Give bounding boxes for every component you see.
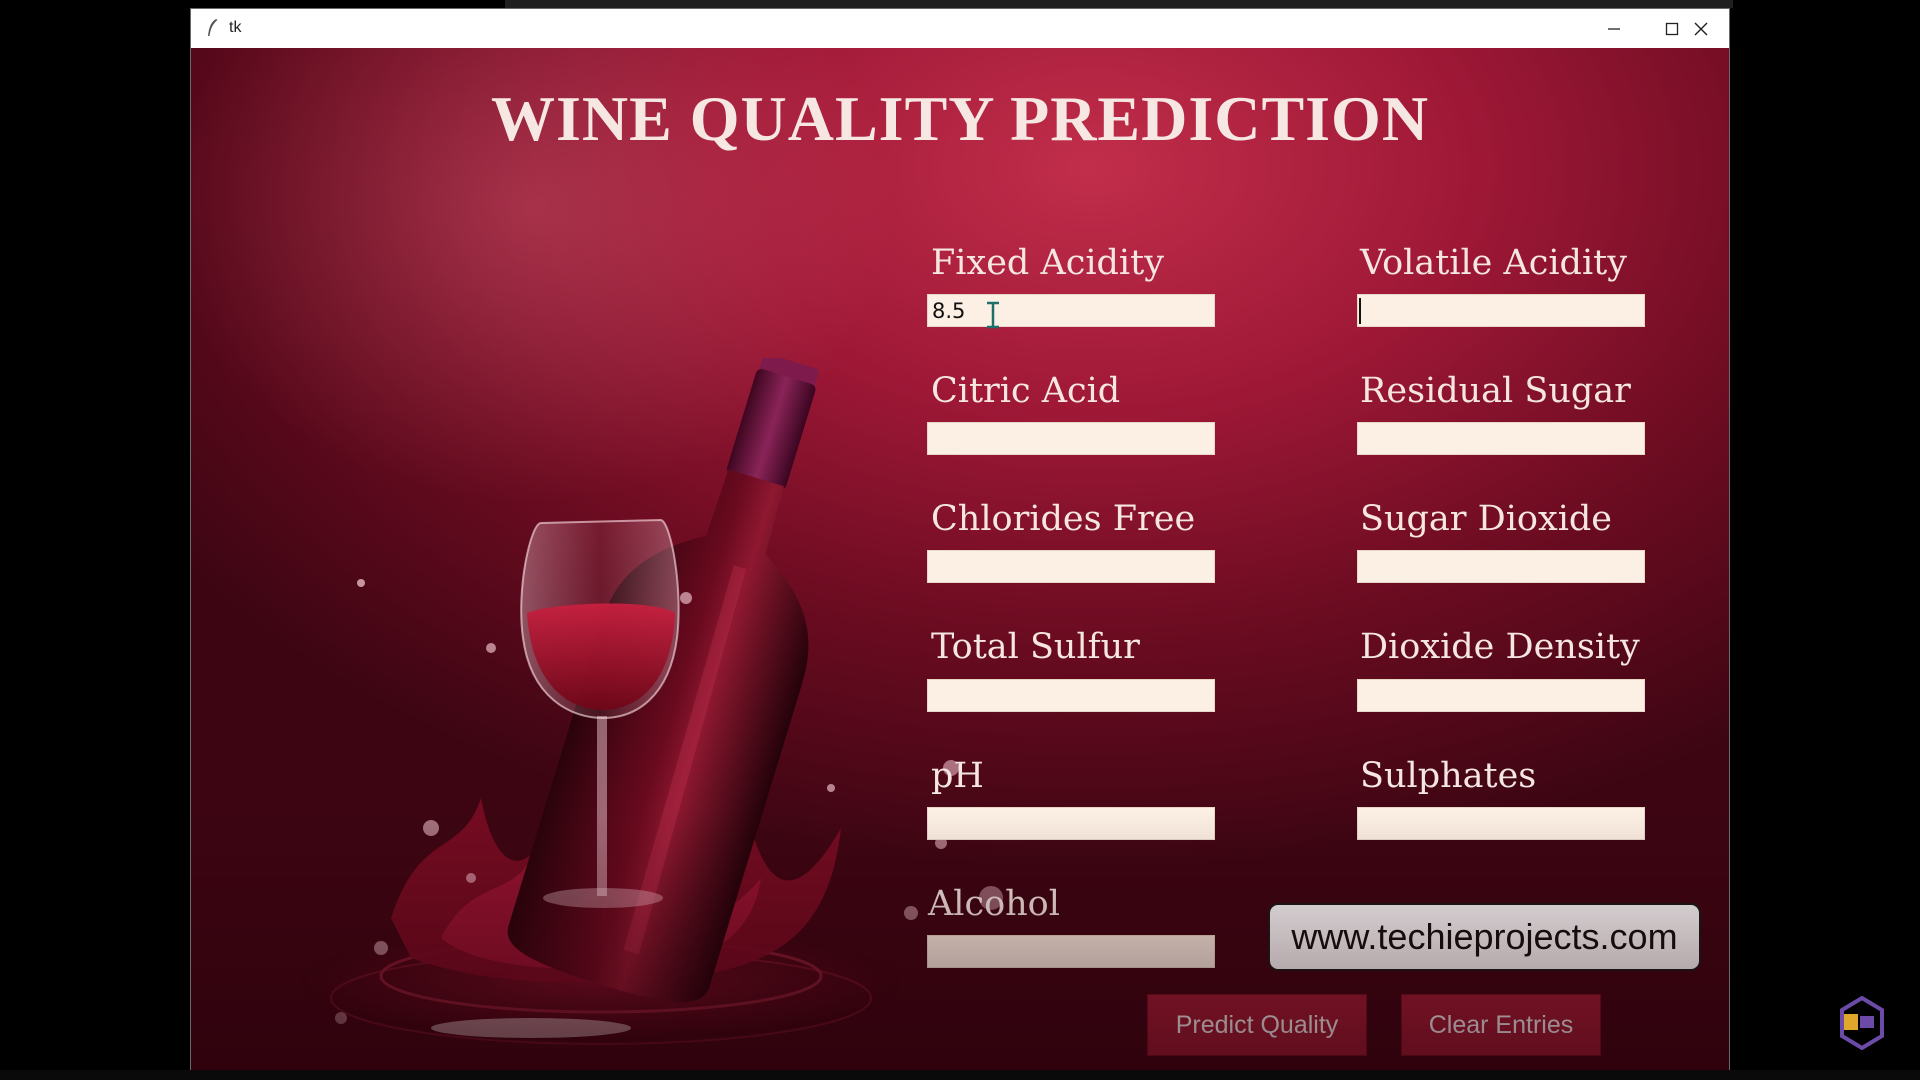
chlorides-free-label: Chlorides Free (931, 499, 1196, 539)
predict-quality-button[interactable]: Predict Quality (1147, 994, 1367, 1056)
app-window: tk WINE QUALITY PREDICTION Fixed Acidity… (190, 8, 1730, 1072)
app-canvas: WINE QUALITY PREDICTION Fixed Acidity 8.… (191, 48, 1729, 1071)
channel-logo-icon (1840, 996, 1884, 1050)
total-sulfur-label: Total Sulfur (931, 627, 1140, 667)
close-button[interactable] (1672, 9, 1730, 48)
minimize-icon (1608, 27, 1620, 30)
window-titlebar[interactable]: tk (191, 9, 1729, 48)
minimize-button[interactable] (1585, 9, 1643, 48)
ph-input[interactable] (927, 807, 1215, 840)
desktop-background-strip (505, 0, 1733, 8)
alcohol-input[interactable] (927, 935, 1215, 968)
fixed-acidity-input[interactable] (927, 294, 1215, 327)
dioxide-density-label: Dioxide Density (1360, 627, 1640, 667)
alcohol-label: Alcohol (928, 884, 1060, 924)
tk-feather-icon (208, 19, 218, 36)
volatile-acidity-label: Volatile Acidity (1360, 243, 1627, 283)
sulphates-input[interactable] (1357, 807, 1645, 840)
citric-acid-input[interactable] (927, 422, 1215, 455)
residual-sugar-label: Residual Sugar (1360, 371, 1631, 411)
total-sulfur-input[interactable] (927, 679, 1215, 712)
window-title: tk (229, 19, 242, 36)
close-icon (1694, 22, 1708, 35)
page-title: WINE QUALITY PREDICTION (490, 83, 1430, 154)
ph-label: pH (931, 756, 984, 796)
sugar-dioxide-input[interactable] (1357, 550, 1645, 583)
desktop-bottom-strip (0, 1070, 1920, 1080)
text-cursor-ibeam-icon (987, 301, 999, 329)
fixed-acidity-label: Fixed Acidity (931, 243, 1164, 283)
residual-sugar-input[interactable] (1357, 422, 1645, 455)
sulphates-label: Sulphates (1360, 756, 1537, 796)
clear-entries-button[interactable]: Clear Entries (1401, 994, 1601, 1056)
citric-acid-label: Citric Acid (931, 371, 1121, 411)
volatile-acidity-input[interactable] (1357, 294, 1645, 327)
website-badge: www.techieprojects.com (1268, 903, 1701, 971)
sugar-dioxide-label: Sugar Dioxide (1360, 499, 1613, 539)
chlorides-free-input[interactable] (927, 550, 1215, 583)
text-caret (1359, 298, 1361, 324)
dioxide-density-input[interactable] (1357, 679, 1645, 712)
